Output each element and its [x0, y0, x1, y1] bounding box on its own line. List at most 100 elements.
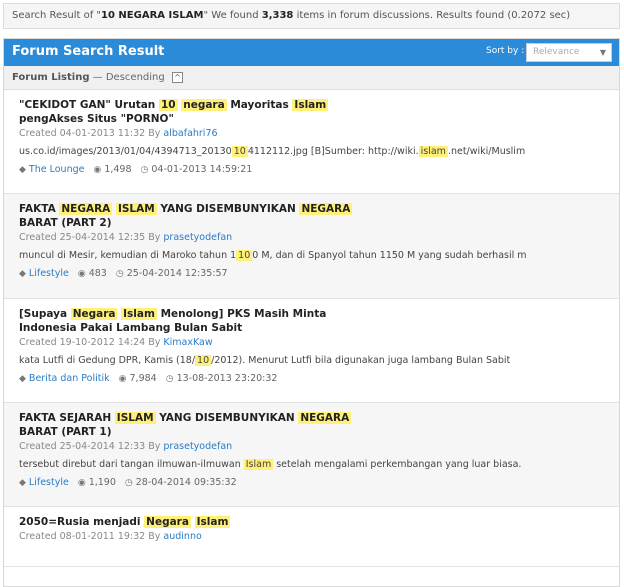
title-text: FAKTA [19, 203, 60, 215]
title-text: "CEKIDOT GAN" Urutan [19, 99, 159, 111]
author-link[interactable]: prasetyodefan [163, 232, 232, 243]
author-link[interactable]: prasetyodefan [163, 441, 232, 452]
summary-mid1: " We found [203, 10, 262, 21]
result-snippet: kata Lutfi di Gedung DPR, Kamis (18/10/2… [19, 354, 619, 368]
panel-header: Forum Search Result Sort by : Relevance … [4, 39, 619, 66]
snippet-text: tersebut direbut dari tangan ilmuwan-ilm… [19, 459, 244, 470]
snippet-text: .net/wiki/Muslim [447, 146, 526, 157]
created-info: Created 08-01-2011 19:32 By [19, 531, 164, 542]
result-item: [Supaya Negara Islam Menolong] PKS Masih… [4, 299, 619, 403]
forum-search-panel: Forum Search Result Sort by : Relevance … [3, 38, 620, 587]
result-meta: Created 25-04-2014 12:35 By prasetyodefa… [19, 231, 619, 245]
author-link[interactable]: audinno [163, 531, 201, 542]
panel-title: Forum Search Result [12, 44, 165, 59]
snippet-highlight: islam [418, 146, 448, 157]
snippet-highlight: 10 [231, 146, 248, 157]
title-highlight: ISLAM [115, 203, 157, 215]
eye-icon: ◉ [118, 374, 127, 384]
summary-mid2: items in forum discussions. Results foun… [293, 10, 571, 21]
title-text: pengAkses Situs "PORNO" [19, 113, 174, 125]
title-highlight: Islam [194, 516, 231, 528]
title-text: YANG DISEMBUNYIKAN [155, 412, 299, 424]
title-highlight: NEGARA [299, 203, 353, 215]
title-highlight: NEGARA [298, 412, 352, 424]
title-highlight: negara [181, 99, 227, 111]
tag-icon: ◆ [19, 374, 26, 384]
result-footer: ◆ Lifestyle ◉ 1,190 ◷ 28-04-2014 09:35:32 [19, 476, 619, 490]
chevron-down-icon: ▼ [599, 48, 606, 57]
snippet-text: kata Lutfi di Gedung DPR, Kamis (18/ [19, 355, 196, 366]
result-footer: ◆ Lifestyle ◉ 483 ◷ 25-04-2014 12:35:57 [19, 267, 619, 281]
listing-bar: Forum Listing — Descending ^ [4, 66, 619, 90]
tag-icon: ◆ [19, 478, 26, 488]
view-count: 7,984 [129, 373, 157, 384]
category-link[interactable]: Lifestyle [29, 268, 69, 279]
result-title-link[interactable]: FAKTA SEJARAH ISLAM YANG DISEMBUNYIKAN N… [19, 411, 379, 439]
created-info: Created 04-01-2013 11:32 By [19, 128, 164, 139]
last-post-time: 25-04-2014 12:35:57 [126, 268, 228, 279]
title-highlight: Islam [292, 99, 329, 111]
last-post-time: 04-01-2013 14:59:21 [151, 164, 253, 175]
eye-icon: ◉ [77, 269, 86, 279]
snippet-highlight: 10 [195, 355, 212, 366]
title-text: YANG DISEMBUNYIKAN [156, 203, 300, 215]
result-title-link[interactable]: 2050=Rusia menjadi Negara Islam [19, 515, 379, 529]
result-snippet: muncul di Mesir, kemudian di Maroko tahu… [19, 249, 619, 263]
title-highlight: Negara [144, 516, 191, 528]
title-text: FAKTA SEJARAH [19, 412, 115, 424]
category-link[interactable]: Berita dan Politik [29, 373, 110, 384]
title-text: BARAT (PART 2) [19, 217, 112, 229]
search-summary: Search Result of "10 NEGARA ISLAM" We fo… [3, 3, 620, 29]
last-post-time: 28-04-2014 09:35:32 [135, 477, 237, 488]
result-meta: Created 04-01-2013 11:32 By albafahri76 [19, 127, 619, 141]
clock-icon: ◷ [140, 165, 149, 175]
snippet-highlight: 10 [236, 250, 253, 261]
result-meta: Created 25-04-2014 12:33 By prasetyodefa… [19, 440, 619, 454]
author-link[interactable]: albafahri76 [163, 128, 217, 139]
tag-icon: ◆ [19, 165, 26, 175]
title-highlight: Islam [121, 308, 157, 320]
listing-order: — Descending [89, 72, 165, 83]
snippet-text: /2012). Menurut Lutfi bila digunakan jug… [211, 355, 511, 366]
collapse-button[interactable]: ^ [171, 71, 183, 83]
result-item: "CEKIDOT GAN" Urutan 10 negara Mayoritas… [4, 90, 619, 194]
sort-select[interactable]: Relevance ▼ [526, 43, 612, 62]
clock-icon: ◷ [124, 478, 133, 488]
title-highlight: 10 [158, 99, 178, 111]
snippet-text: setelah mengalami perkembangan yang luar… [273, 459, 522, 470]
title-text: BARAT (PART 1) [19, 426, 112, 438]
tag-icon: ◆ [19, 269, 26, 279]
title-text: 2050=Rusia menjadi [19, 516, 145, 528]
snippet-text: muncul di Mesir, kemudian di Maroko tahu… [19, 250, 237, 261]
result-title-link[interactable]: [Supaya Negara Islam Menolong] PKS Masih… [19, 307, 379, 335]
result-footer: ◆ Berita dan Politik ◉ 7,984 ◷ 13-08-2013 23:… [19, 372, 619, 386]
eye-icon: ◉ [93, 165, 102, 175]
view-count: 1,498 [104, 164, 132, 175]
result-snippet: us.co.id/images/2013/01/04/4394713_20130… [19, 145, 619, 159]
last-post-time: 13-08-2013 23:20:32 [176, 373, 278, 384]
title-highlight: ISLAM [114, 412, 156, 424]
results-list: "CEKIDOT GAN" Urutan 10 negara Mayoritas… [4, 90, 619, 567]
eye-icon: ◉ [77, 478, 86, 488]
title-text: Mayoritas [226, 99, 293, 111]
title-text: [Supaya [19, 308, 71, 320]
snippet-text: 4112112.jpg [B]Sumber: http://wiki. [247, 146, 419, 157]
sort-select-value: Relevance [533, 47, 580, 57]
author-link[interactable]: KimaxKaw [163, 337, 212, 348]
snippet-text: 0 M, dan di Spanyol tahun 1150 M yang su… [252, 250, 527, 261]
category-link[interactable]: Lifestyle [29, 477, 69, 488]
search-query: 10 NEGARA ISLAM [101, 10, 204, 21]
result-title-link[interactable]: FAKTA NEGARA ISLAM YANG DISEMBUNYIKAN NE… [19, 202, 379, 230]
title-highlight: NEGARA [59, 203, 113, 215]
category-link[interactable]: The Lounge [29, 164, 85, 175]
result-footer: ◆ The Lounge ◉ 1,498 ◷ 04-01-2013 14:59:21 [19, 163, 619, 177]
result-item: FAKTA NEGARA ISLAM YANG DISEMBUNYIKAN NE… [4, 194, 619, 299]
sort-by-label: Sort by : [486, 46, 525, 56]
listing-label: Forum Listing [12, 72, 90, 83]
result-title-link[interactable]: "CEKIDOT GAN" Urutan 10 negara Mayoritas… [19, 98, 379, 126]
view-count: 1,190 [88, 477, 116, 488]
title-highlight: Negara [70, 308, 118, 320]
result-item: 2050=Rusia menjadi Negara Islam Created 0… [4, 507, 619, 567]
snippet-highlight: Islam [243, 459, 274, 470]
snippet-text: us.co.id/images/2013/01/04/4394713_20130 [19, 146, 232, 157]
